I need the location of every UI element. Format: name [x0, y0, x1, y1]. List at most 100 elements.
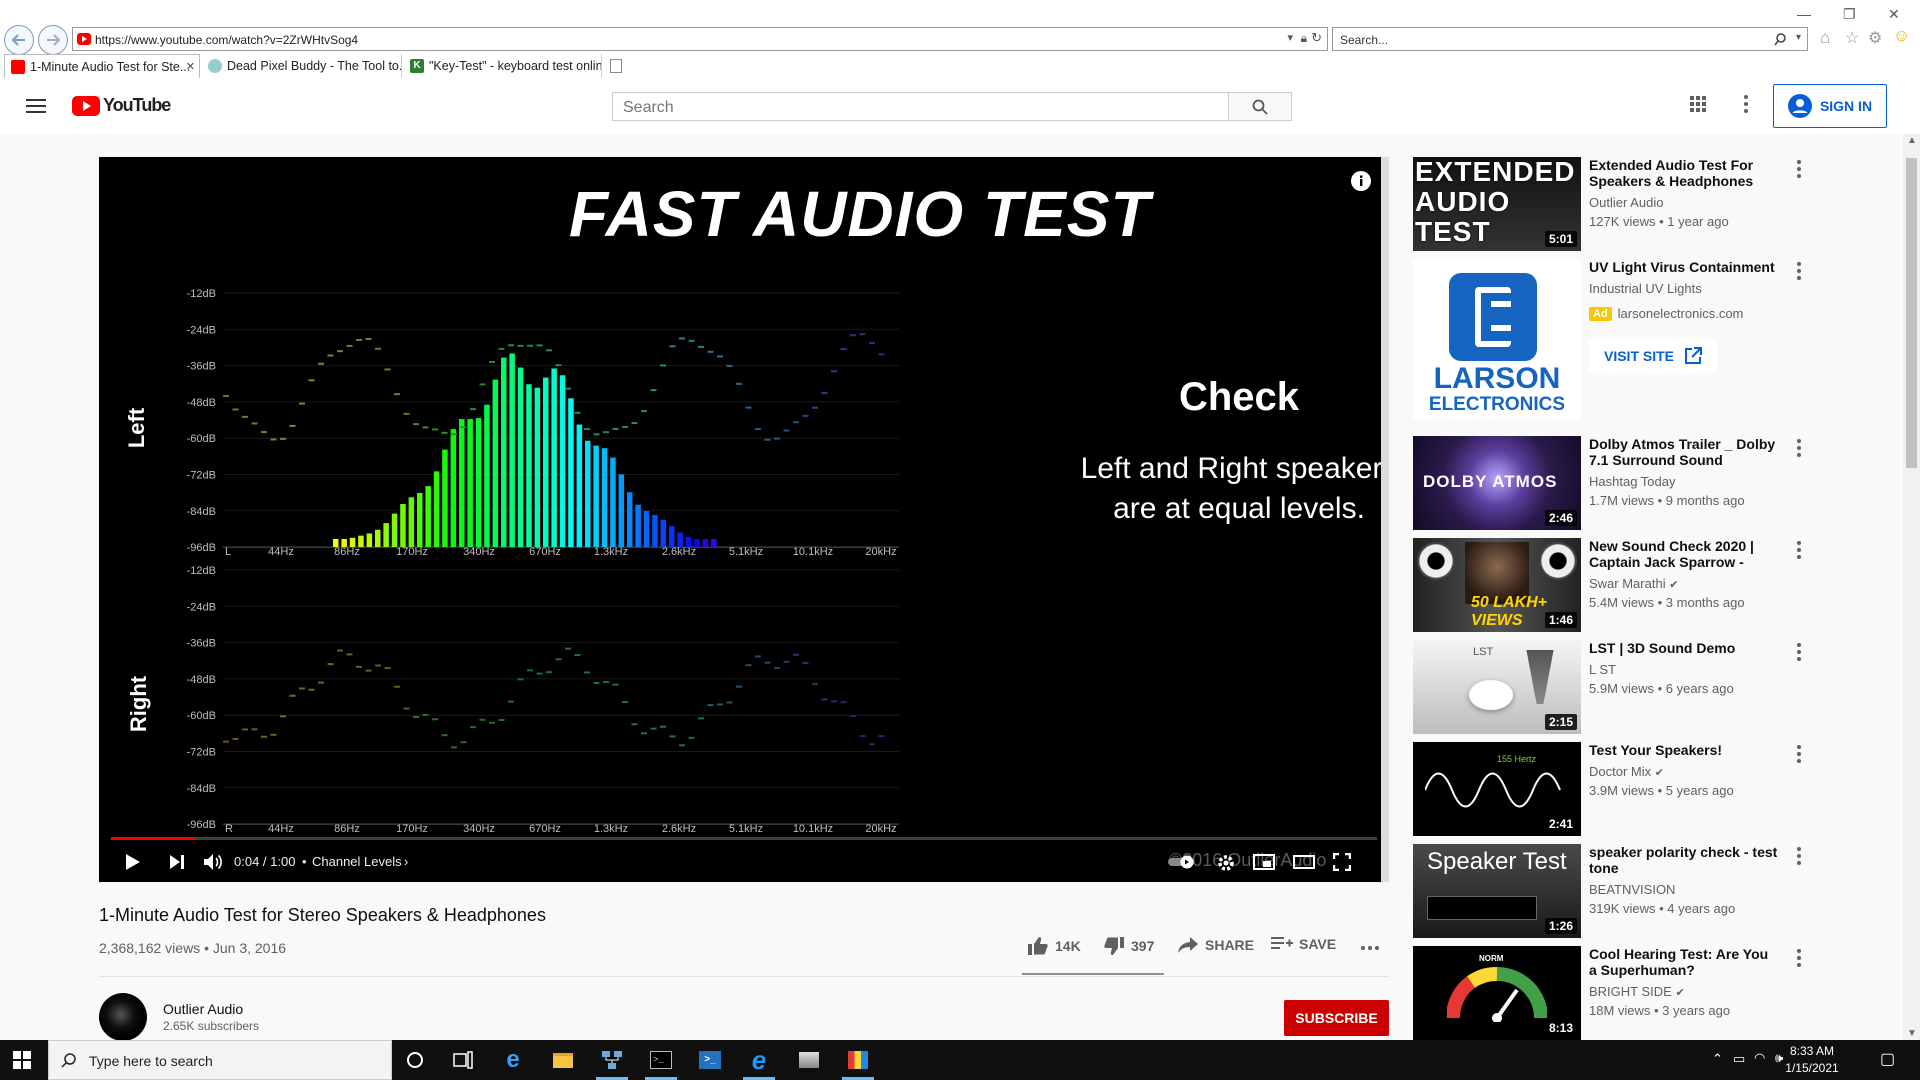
- dropdown-icon[interactable]: ▾: [1287, 31, 1293, 44]
- tab-youtube[interactable]: 1-Minute Audio Test for Ste... ✕: [4, 54, 200, 78]
- recommendation-title[interactable]: LST | 3D Sound Demo: [1589, 640, 1779, 656]
- scroll-down-icon[interactable]: ▼: [1907, 1028, 1917, 1039]
- recommendation-title[interactable]: Extended Audio Test For Speakers & Headp…: [1589, 157, 1779, 189]
- settings-gear-icon[interactable]: [1216, 853, 1236, 873]
- page-scrollbar[interactable]: ▲ ▼: [1903, 134, 1920, 1040]
- wifi-icon[interactable]: ◠: [1754, 1050, 1765, 1066]
- video-player[interactable]: FAST AUDIO TEST Left Right -12dB -24dB -36…: [99, 157, 1389, 882]
- more-options-icon[interactable]: [1789, 742, 1809, 766]
- close-icon[interactable]: ✕: [1888, 6, 1900, 23]
- hamburger-menu-icon[interactable]: [26, 98, 46, 114]
- recommendation-title[interactable]: speaker polarity check - test tone: [1589, 844, 1779, 876]
- share-button[interactable]: SHARE: [1177, 936, 1254, 954]
- sign-in-button[interactable]: SIGN IN: [1773, 84, 1887, 128]
- thumbnail[interactable]: Speaker Test 1:26: [1413, 844, 1581, 938]
- dropdown-icon[interactable]: ▾: [1796, 32, 1801, 43]
- recommendation-item[interactable]: Speaker Test 1:26 speaker polarity check…: [1413, 844, 1893, 938]
- internet-explorer-icon[interactable]: e: [747, 1045, 771, 1075]
- channel-avatar[interactable]: [99, 993, 147, 1041]
- recommendation-item[interactable]: 155 Hertz 2:41 Test Your Speakers! Docto…: [1413, 742, 1893, 836]
- recommendation-channel[interactable]: BRIGHT SIDE ✔: [1589, 984, 1685, 999]
- command-prompt-icon[interactable]: >_: [649, 1048, 673, 1072]
- thumbnail[interactable]: 155 Hertz 2:41: [1413, 742, 1581, 836]
- search-icon[interactable]: [1774, 33, 1787, 46]
- favorites-star-icon[interactable]: ☆: [1845, 28, 1859, 48]
- thumbnail[interactable]: 50 LAKH+ VIEWS 1:46: [1413, 538, 1581, 632]
- file-explorer-icon[interactable]: [551, 1048, 575, 1072]
- thumbnail[interactable]: NORM 8:13: [1413, 946, 1581, 1040]
- like-button[interactable]: 14K: [1027, 936, 1081, 956]
- recommendation-title[interactable]: Dolby Atmos Trailer _ Dolby 7.1 Surround…: [1589, 436, 1779, 468]
- progress-bar[interactable]: [111, 837, 1377, 840]
- minimize-icon[interactable]: —: [1797, 6, 1811, 22]
- autoplay-toggle-icon[interactable]: [1167, 855, 1197, 869]
- recommendation-channel[interactable]: BEATNVISION: [1589, 882, 1675, 897]
- taskbar-clock[interactable]: 8:33 AM 1/15/2021: [1782, 1043, 1842, 1077]
- recommendation-item[interactable]: EXTENDED AUDIO TEST 5:01 Extended Audio …: [1413, 157, 1893, 251]
- ad-thumbnail[interactable]: LARSON ELECTRONICS: [1413, 259, 1581, 419]
- thumbnail[interactable]: LST 2:15: [1413, 640, 1581, 734]
- smiley-feedback-icon[interactable]: ☺: [1893, 26, 1910, 46]
- task-view-icon[interactable]: [451, 1048, 475, 1072]
- dislike-button[interactable]: 397: [1103, 936, 1154, 956]
- subscribe-button[interactable]: SUBSCRIBE: [1284, 1000, 1389, 1036]
- forward-button[interactable]: [38, 25, 68, 55]
- settings-more-icon[interactable]: [1736, 92, 1756, 116]
- more-options-icon[interactable]: [1789, 436, 1809, 460]
- recommendation-item[interactable]: DOLBY ATMOS 2:46 Dolby Atmos Trailer _ D…: [1413, 436, 1893, 530]
- miniplayer-icon[interactable]: [1253, 854, 1275, 870]
- close-tab-icon[interactable]: ✕: [186, 60, 195, 73]
- fullscreen-icon[interactable]: [1333, 853, 1351, 871]
- more-options-icon[interactable]: [1789, 946, 1809, 970]
- notification-icon[interactable]: ▢: [1880, 1049, 1895, 1069]
- recommendation-item[interactable]: 50 LAKH+ VIEWS 1:46 New Sound Check 2020…: [1413, 538, 1893, 632]
- settings-gear-icon[interactable]: ⚙: [1868, 28, 1882, 48]
- new-tab-button[interactable]: [604, 54, 624, 78]
- next-icon[interactable]: [169, 854, 185, 870]
- play-icon[interactable]: [125, 853, 141, 871]
- chevron-up-icon[interactable]: ⌃: [1712, 1051, 1723, 1067]
- recommendation-channel[interactable]: Swar Marathi ✔: [1589, 576, 1678, 591]
- paint-app-icon[interactable]: [846, 1048, 870, 1072]
- ad-item[interactable]: LARSON ELECTRONICS UV Light Virus Contai…: [1413, 259, 1893, 419]
- more-options-icon[interactable]: [1789, 640, 1809, 664]
- scroll-up-icon[interactable]: ▲: [1907, 135, 1917, 146]
- recommendation-title[interactable]: Cool Hearing Test: Are You a Superhuman?: [1589, 946, 1779, 978]
- recommendation-channel[interactable]: Doctor Mix ✔: [1589, 764, 1664, 779]
- browser-search-box[interactable]: Search... ▾: [1332, 27, 1808, 51]
- recommendation-title[interactable]: Test Your Speakers!: [1589, 742, 1779, 758]
- tab-key-test[interactable]: K "Key-Test" - keyboard test online: [404, 54, 602, 78]
- recommendation-channel[interactable]: Hashtag Today: [1589, 474, 1676, 489]
- network-app-icon[interactable]: [600, 1048, 624, 1072]
- address-bar[interactable]: https://www.youtube.com/watch?v=2ZrWHtvS…: [72, 27, 1328, 51]
- battery-icon[interactable]: ▭: [1733, 1051, 1745, 1067]
- youtube-search-button[interactable]: [1228, 92, 1292, 121]
- windows-start-icon[interactable]: [13, 1051, 31, 1069]
- more-options-icon[interactable]: [1789, 538, 1809, 562]
- ad-title[interactable]: UV Light Virus Containment: [1589, 259, 1779, 275]
- visit-site-button[interactable]: VISIT SITE: [1589, 339, 1717, 373]
- recommendation-channel[interactable]: Outlier Audio: [1589, 195, 1663, 210]
- more-actions-icon[interactable]: [1358, 936, 1382, 960]
- chapter-label[interactable]: Channel Levels: [312, 854, 402, 869]
- more-options-icon[interactable]: [1789, 157, 1809, 181]
- cortana-icon[interactable]: [403, 1048, 427, 1072]
- theater-mode-icon[interactable]: [1293, 855, 1315, 869]
- recommendation-item[interactable]: NORM 8:13 Cool Hearing Test: Are You a S…: [1413, 946, 1893, 1040]
- edge-browser-icon[interactable]: e: [501, 1046, 525, 1073]
- back-button[interactable]: [4, 25, 34, 55]
- scrollbar-thumb[interactable]: [1906, 158, 1917, 468]
- thumbnail[interactable]: DOLBY ATMOS 2:46: [1413, 436, 1581, 530]
- thumbnail[interactable]: EXTENDED AUDIO TEST 5:01: [1413, 157, 1581, 251]
- recommendation-title[interactable]: New Sound Check 2020 | Captain Jack Spar…: [1589, 538, 1779, 570]
- chevron-right-icon[interactable]: ›: [404, 854, 408, 869]
- more-options-icon[interactable]: [1789, 844, 1809, 868]
- youtube-search-input[interactable]: Search: [612, 92, 1229, 121]
- recommendation-item[interactable]: LST 2:15 LST | 3D Sound Demo L ST 5.9M v…: [1413, 640, 1893, 734]
- tab-dead-pixel-buddy[interactable]: Dead Pixel Buddy - The Tool to...: [202, 54, 402, 78]
- powershell-icon[interactable]: >_: [698, 1048, 722, 1072]
- youtube-logo[interactable]: YouTube: [72, 95, 171, 116]
- save-button[interactable]: SAVE: [1271, 936, 1336, 952]
- volume-icon[interactable]: [203, 853, 223, 871]
- restore-icon[interactable]: ❐: [1843, 6, 1856, 23]
